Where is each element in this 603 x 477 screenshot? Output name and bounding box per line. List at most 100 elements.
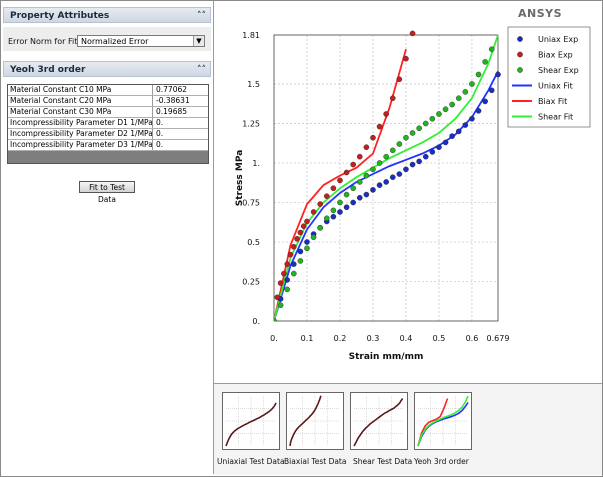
yeoh-header[interactable]: Yeoh 3rd order ˄˄: [3, 61, 211, 77]
left-panel: Property Attributes ˄˄ Error Norm for Fi…: [1, 1, 214, 474]
parameter-name: Material Constant C10 MPa: [10, 85, 153, 95]
data-point-biax-exp: [350, 161, 356, 168]
y-tick-label: 1.: [252, 159, 260, 168]
table-row[interactable]: Incompressibility Parameter D2 1/MPa 0.: [8, 129, 208, 140]
data-point-biax-exp: [389, 95, 396, 102]
data-point-biax-exp: [376, 123, 383, 130]
data-point-biax-exp: [310, 209, 317, 215]
data-point-uniax-exp: [337, 209, 343, 215]
ansys-logo: ANSYS: [518, 7, 563, 20]
legend-label: Biax Exp: [538, 51, 573, 60]
legend-marker: [517, 36, 523, 42]
data-point-shear-exp: [290, 270, 297, 277]
y-tick-label: 1.25: [242, 119, 260, 128]
data-point-biax-exp: [409, 30, 416, 37]
parameter-value[interactable]: 0.: [156, 118, 163, 128]
data-point-biax-exp: [290, 243, 297, 250]
parameter-value[interactable]: -0.38631: [156, 96, 190, 106]
legend-marker: [517, 51, 523, 58]
table-row[interactable]: Material Constant C30 MPa 0.19685: [8, 107, 208, 118]
parameter-name: Material Constant C30 MPa: [10, 107, 153, 117]
table-row[interactable]: Incompressibility Parameter D3 1/MPa 0.: [8, 140, 208, 151]
y-axis-label: Stress MPa: [235, 150, 245, 207]
thumbnail-label-yeoh: Yeoh 3rd order: [414, 457, 469, 466]
table-row[interactable]: Incompressibility Parameter D1 1/MPa 0.: [8, 118, 208, 129]
data-point-uniax-exp: [389, 174, 396, 181]
data-point-uniax-exp: [436, 144, 442, 150]
legend-label: Uniax Fit: [538, 82, 573, 91]
data-point-uniax-exp: [396, 171, 403, 177]
x-tick-label: 0.: [270, 334, 278, 343]
data-point-biax-exp: [277, 280, 284, 286]
thumbnail-uniaxial[interactable]: [222, 392, 280, 450]
parameter-value[interactable]: 0.19685: [156, 107, 187, 117]
table-row[interactable]: Material Constant C10 MPa 0.77062: [8, 85, 208, 96]
parameter-name: Incompressibility Parameter D3 1/MPa: [10, 140, 153, 150]
stress-strain-chart: 0. 0.1 0.2 0.3 0.4 0.5 0.6 0.6790.0.250.50.751.…: [235, 26, 591, 362]
data-point-shear-exp: [277, 302, 284, 308]
thumb-curve: [353, 398, 404, 447]
table-row[interactable]: Material Constant C20 MPa -0.38631: [8, 96, 208, 107]
data-point-shear-exp: [323, 215, 330, 222]
data-point-shear-exp: [383, 153, 389, 160]
data-point-shear-exp: [455, 95, 462, 102]
data-point-biax-exp: [284, 261, 290, 267]
legend-label: Uniax Exp: [538, 35, 578, 44]
data-point-shear-exp: [449, 101, 455, 108]
data-point-biax-exp: [370, 134, 376, 141]
data-point-shear-exp: [284, 286, 290, 293]
collapse-chevron-icon[interactable]: ˄˄: [197, 62, 206, 78]
thumbnail-shear[interactable]: [350, 392, 408, 450]
data-point-uniax-exp: [284, 277, 290, 283]
data-point-biax-exp: [383, 111, 389, 117]
y-tick-label: 0.: [252, 317, 260, 326]
data-point-shear-exp: [343, 191, 350, 198]
error-norm-value: Normalized Error: [81, 37, 149, 46]
property-attributes-header[interactable]: Property Attributes ˄˄: [3, 7, 211, 23]
data-point-biax-exp: [396, 76, 403, 83]
yeoh-title: Yeoh 3rd order: [10, 65, 86, 75]
data-point-shear-exp: [436, 111, 442, 117]
thumbnail-strip: Uniaxial Test Data Biaxial Test Data She…: [214, 383, 602, 475]
data-point-uniax-exp: [482, 98, 488, 105]
error-norm-select[interactable]: Normalized Error ▼: [77, 35, 205, 47]
y-tick-label: 1.81: [242, 31, 260, 40]
thumbnail-yeoh[interactable]: [414, 392, 472, 450]
data-point-uniax-exp: [330, 213, 337, 220]
collapse-chevron-icon[interactable]: ˄˄: [197, 8, 206, 24]
data-point-shear-exp: [488, 46, 495, 53]
data-point-shear-exp: [363, 172, 370, 179]
data-point-uniax-exp: [343, 204, 350, 211]
dropdown-arrow-icon[interactable]: ▼: [193, 36, 204, 46]
x-tick-label: 0.3: [367, 334, 380, 343]
data-point-uniax-exp: [449, 133, 455, 139]
data-point-shear-exp: [409, 130, 416, 136]
data-point-uniax-exp: [422, 153, 429, 160]
thumbnail-biaxial[interactable]: [286, 392, 344, 450]
data-point-shear-exp: [442, 106, 449, 113]
parameter-value[interactable]: 0.: [156, 129, 163, 139]
data-point-uniax-exp: [416, 158, 422, 165]
data-point-shear-exp: [317, 224, 323, 231]
y-tick-label: 0.25: [242, 277, 260, 286]
data-point-shear-exp: [337, 199, 343, 206]
parameter-value[interactable]: 0.77062: [156, 85, 187, 95]
data-point-uniax-exp: [370, 187, 376, 193]
data-point-shear-exp: [422, 120, 429, 127]
data-point-biax-exp: [356, 153, 363, 160]
data-point-uniax-exp: [495, 71, 501, 78]
parameter-name: Incompressibility Parameter D1 1/MPa: [10, 118, 153, 128]
data-point-shear-exp: [403, 134, 409, 141]
table-footer: [8, 151, 208, 163]
parameters-table: Material Constant C10 MPa 0.77062 Material…: [7, 84, 209, 164]
data-point-uniax-exp: [475, 108, 482, 114]
data-point-biax-exp: [297, 229, 304, 236]
data-point-biax-exp: [274, 294, 281, 301]
plot-frame: [273, 34, 499, 322]
parameter-value[interactable]: 0.: [156, 140, 163, 150]
data-point-shear-exp: [475, 71, 482, 78]
data-point-uniax-exp: [403, 166, 409, 173]
data-point-shear-exp: [376, 160, 383, 166]
fit-to-test-data-button[interactable]: Fit to Test Data: [79, 181, 135, 204]
data-point-shear-exp: [330, 207, 337, 214]
